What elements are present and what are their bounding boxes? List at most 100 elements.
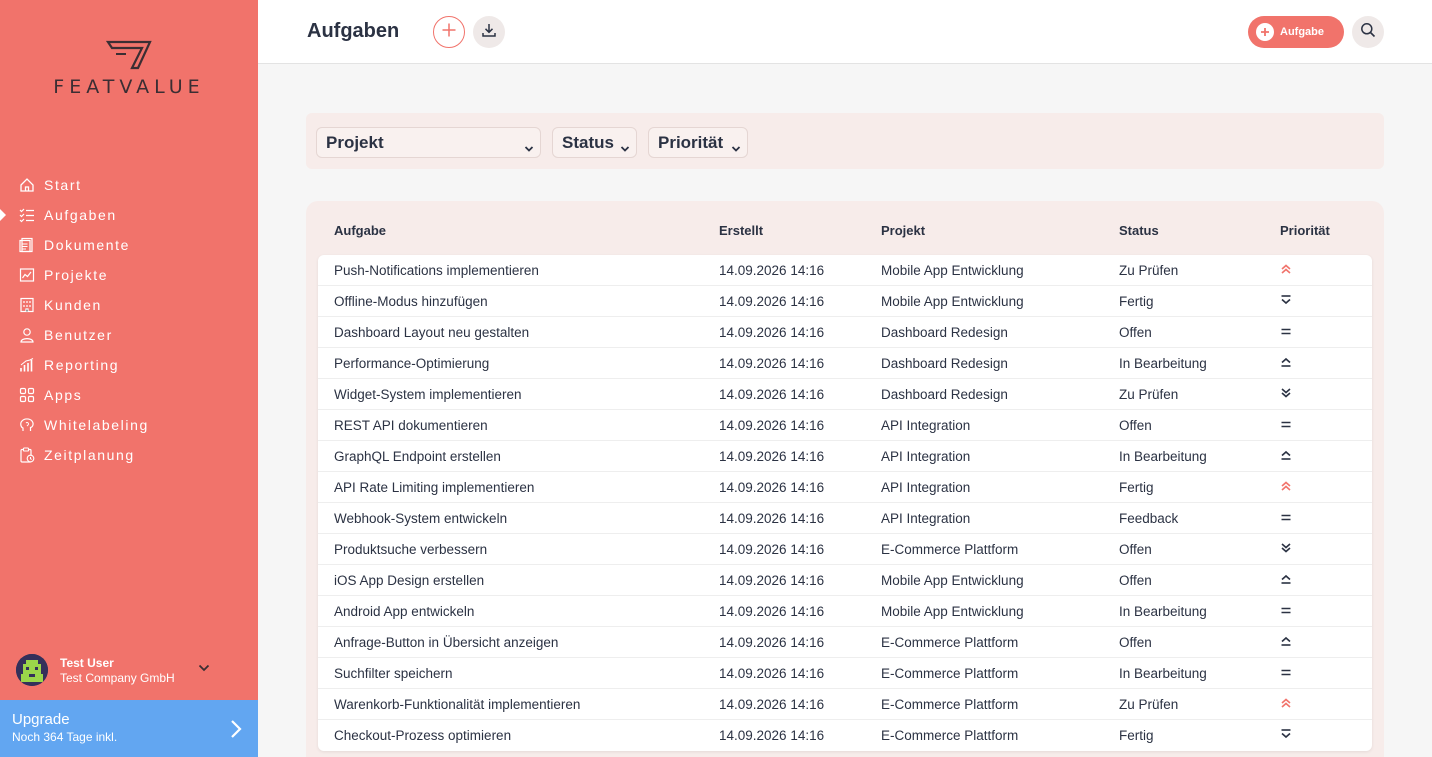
priority-medium-icon: [1280, 325, 1292, 337]
download-button[interactable]: [473, 16, 505, 48]
project-filter-select[interactable]: Projekt: [316, 127, 541, 158]
chevron-down-icon[interactable]: [198, 660, 210, 678]
priority-high-icon: [1280, 635, 1292, 647]
cell-aufgabe: Offline-Modus hinzufügen: [334, 294, 488, 309]
logo[interactable]: FEATVALUE: [0, 40, 258, 98]
cell-projekt: Dashboard Redesign: [881, 356, 1008, 371]
cell-status: In Bearbeitung: [1119, 666, 1207, 681]
cell-status: In Bearbeitung: [1119, 449, 1207, 464]
cell-aufgabe: Android App entwickeln: [334, 604, 475, 619]
cell-aufgabe: Produktsuche verbessern: [334, 542, 488, 557]
table-row[interactable]: Offline-Modus hinzufügen 14.09.2026 14:16…: [318, 286, 1372, 317]
cell-erstellt: 14.09.2026 14:16: [719, 418, 825, 433]
cell-projekt: Mobile App Entwicklung: [881, 604, 1024, 619]
document-icon: [18, 236, 36, 254]
priority-highest-icon: [1280, 480, 1292, 492]
table-row[interactable]: GraphQL Endpoint erstellen 14.09.2026 14:…: [318, 441, 1372, 472]
search-button[interactable]: [1352, 16, 1384, 48]
table-row[interactable]: Produktsuche verbessern 14.09.2026 14:16 E…: [318, 534, 1372, 565]
cell-erstellt: 14.09.2026 14:16: [719, 263, 825, 278]
upgrade-banner[interactable]: Upgrade Noch 364 Tage inkl.: [0, 700, 258, 757]
column-header-status[interactable]: Status: [1119, 223, 1159, 238]
cell-status: In Bearbeitung: [1119, 604, 1207, 619]
sidebar-item-apps[interactable]: Apps: [0, 380, 258, 410]
column-header-prioritaet[interactable]: Priorität: [1280, 223, 1330, 238]
sidebar-item-dokumente[interactable]: Dokumente: [0, 230, 258, 260]
cell-erstellt: 14.09.2026 14:16: [719, 294, 825, 309]
table-row[interactable]: Dashboard Layout neu gestalten 14.09.2026…: [318, 317, 1372, 348]
table-row[interactable]: Checkout-Prozess optimieren 14.09.2026 14…: [318, 720, 1372, 751]
new-task-button[interactable]: Aufgabe: [1248, 16, 1344, 48]
cell-erstellt: 14.09.2026 14:16: [719, 635, 825, 650]
sidebar-item-label: Benutzer: [44, 327, 113, 343]
user-menu[interactable]: Test User Test Company GmbH: [16, 652, 246, 688]
cell-projekt: API Integration: [881, 418, 971, 433]
column-header-erstellt[interactable]: Erstellt: [719, 223, 763, 238]
table-row[interactable]: Widget-System implementieren 14.09.2026 1…: [318, 379, 1372, 410]
cell-erstellt: 14.09.2026 14:16: [719, 480, 825, 495]
cell-aufgabe: API Rate Limiting implementieren: [334, 480, 535, 495]
priority-medium-icon: [1280, 418, 1292, 430]
chevron-right-icon: [230, 719, 242, 744]
cell-projekt: E-Commerce Plattform: [881, 697, 1019, 712]
priority-filter-select[interactable]: Priorität: [648, 127, 748, 158]
cell-status: In Bearbeitung: [1119, 356, 1207, 371]
topbar: Aufgaben Aufgabe: [258, 0, 1432, 64]
cell-projekt: Mobile App Entwicklung: [881, 573, 1024, 588]
cell-aufgabe: Performance-Optimierung: [334, 356, 490, 371]
sidebar-item-kunden[interactable]: Kunden: [0, 290, 258, 320]
cell-projekt: E-Commerce Plattform: [881, 728, 1019, 743]
chart-icon: [18, 356, 36, 374]
table-row[interactable]: Performance-Optimierung 14.09.2026 14:16 D…: [318, 348, 1372, 379]
table-row[interactable]: iOS App Design erstellen 14.09.2026 14:16…: [318, 565, 1372, 596]
sidebar-item-benutzer[interactable]: Benutzer: [0, 320, 258, 350]
task-list-icon: [18, 206, 36, 224]
table-row[interactable]: REST API dokumentieren 14.09.2026 14:16 AP…: [318, 410, 1372, 441]
task-table: Aufgabe Erstellt Projekt Status Prioritä…: [306, 201, 1384, 757]
cell-erstellt: 14.09.2026 14:16: [719, 511, 825, 526]
status-filter-select[interactable]: Status: [552, 127, 637, 158]
chevron-down-icon: [620, 138, 630, 158]
cell-status: Offen: [1119, 325, 1152, 340]
sidebar-item-start[interactable]: Start: [0, 170, 258, 200]
user-icon: [18, 326, 36, 344]
upgrade-title: Upgrade: [12, 711, 70, 728]
table-row[interactable]: Android App entwickeln 14.09.2026 14:16 Mo…: [318, 596, 1372, 627]
sidebar-item-label: Reporting: [44, 357, 120, 373]
column-header-aufgabe[interactable]: Aufgabe: [334, 223, 386, 238]
cell-projekt: API Integration: [881, 480, 971, 495]
table-row[interactable]: Warenkorb-Funktionalität implementieren 1…: [318, 689, 1372, 720]
cell-aufgabe: Suchfilter speichern: [334, 666, 453, 681]
add-task-button[interactable]: [433, 16, 465, 48]
user-name: Test User: [60, 655, 114, 670]
sidebar-item-projekte[interactable]: Projekte: [0, 260, 258, 290]
sidebar-item-label: Aufgaben: [44, 207, 117, 223]
cell-projekt: Dashboard Redesign: [881, 325, 1008, 340]
priority-lowest-icon: [1280, 542, 1292, 554]
cell-erstellt: 14.09.2026 14:16: [719, 604, 825, 619]
upgrade-subtitle: Noch 364 Tage inkl.: [12, 730, 118, 744]
clipboard-clock-icon: [18, 446, 36, 464]
cell-erstellt: 14.09.2026 14:16: [719, 449, 825, 464]
sidebar-item-aufgaben[interactable]: Aufgaben: [0, 200, 258, 230]
table-row[interactable]: Anfrage-Button in Übersicht anzeigen 14.0…: [318, 627, 1372, 658]
sidebar-item-reporting[interactable]: Reporting: [0, 350, 258, 380]
sidebar-item-zeitplanung[interactable]: Zeitplanung: [0, 440, 258, 470]
sidebar-item-whitelabeling[interactable]: Whitelabeling: [0, 410, 258, 440]
cell-status: Offen: [1119, 635, 1152, 650]
cell-projekt: Dashboard Redesign: [881, 387, 1008, 402]
cell-erstellt: 14.09.2026 14:16: [719, 356, 825, 371]
table-row[interactable]: Webhook-System entwickeln 14.09.2026 14:1…: [318, 503, 1372, 534]
table-row[interactable]: Suchfilter speichern 14.09.2026 14:16 E-Co…: [318, 658, 1372, 689]
chevron-down-icon: [731, 138, 741, 158]
table-row[interactable]: API Rate Limiting implementieren 14.09.20…: [318, 472, 1372, 503]
cell-projekt: E-Commerce Plattform: [881, 666, 1019, 681]
brand-name: FEATVALUE: [53, 76, 205, 98]
cell-aufgabe: Checkout-Prozess optimieren: [334, 728, 512, 743]
cell-status: Fertig: [1119, 480, 1154, 495]
sidebar: FEATVALUE Start Aufgaben Dokumente Proje…: [0, 0, 258, 757]
table-row[interactable]: Push-Notifications implementieren 14.09.2…: [318, 255, 1372, 286]
cell-erstellt: 14.09.2026 14:16: [719, 325, 825, 340]
avatar: [16, 654, 48, 686]
column-header-projekt[interactable]: Projekt: [881, 223, 925, 238]
